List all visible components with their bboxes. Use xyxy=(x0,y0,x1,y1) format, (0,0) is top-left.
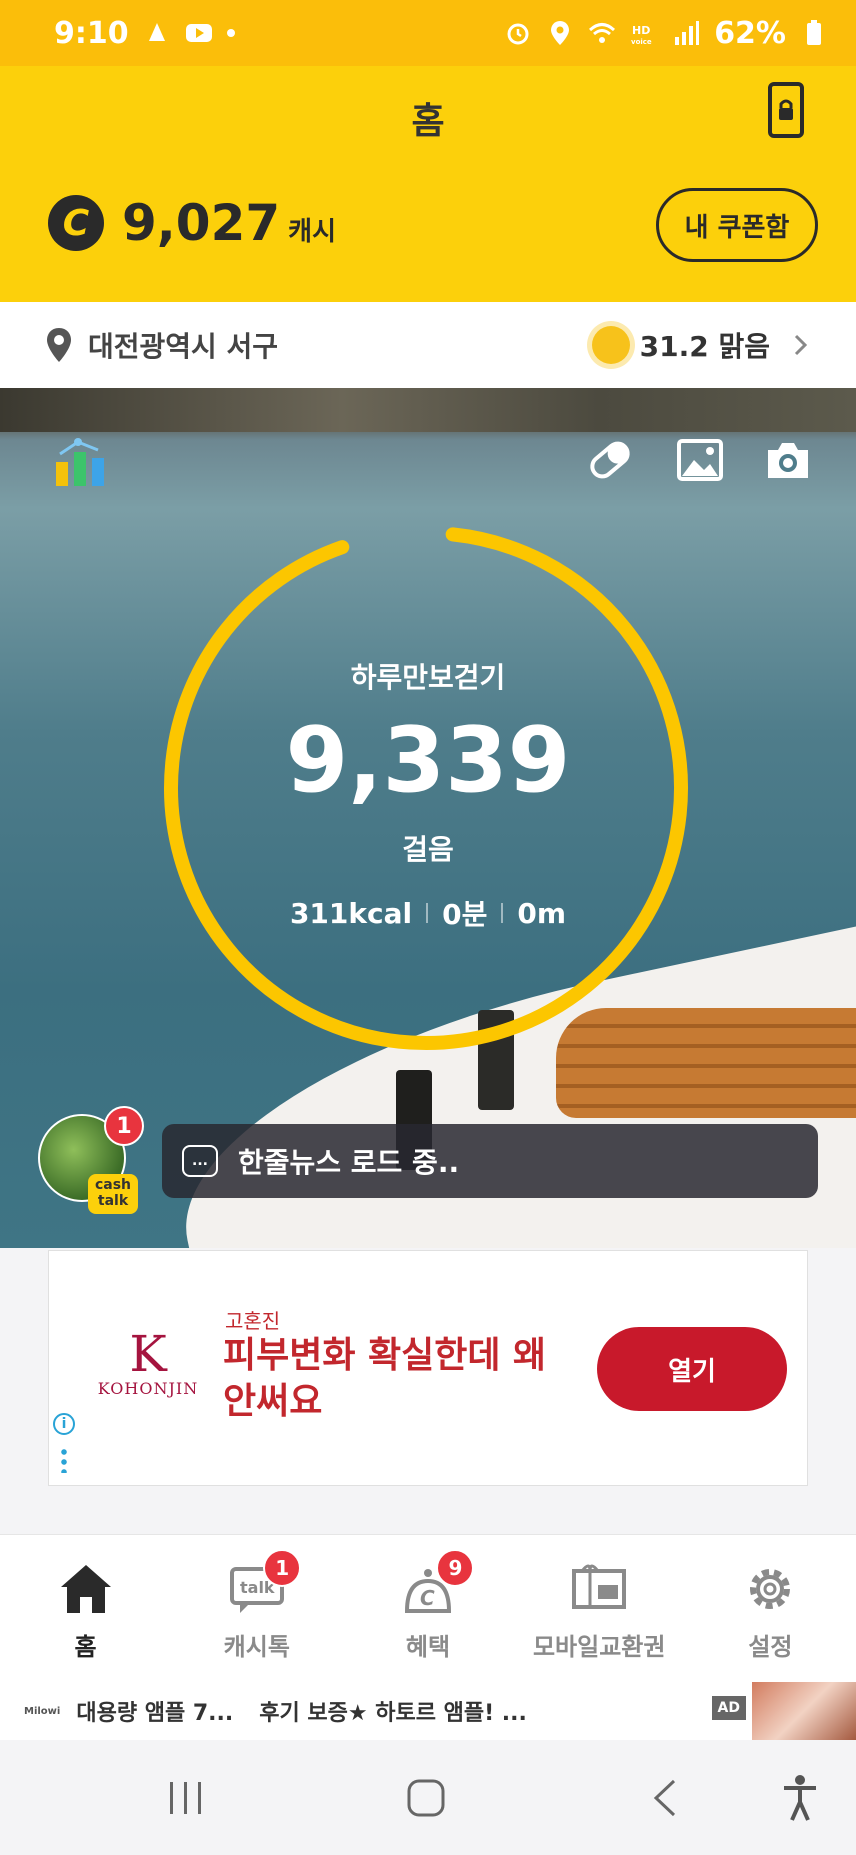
alarm-icon xyxy=(507,23,529,45)
more-dots-icon: ... xyxy=(182,1145,218,1177)
ad-open-button[interactable]: 열기 xyxy=(597,1327,787,1411)
ad-info-icon[interactable]: i xyxy=(53,1413,75,1435)
cash-value: 9,027 xyxy=(122,194,281,252)
location-weather-row[interactable]: 대전광역시 서구 31.2 맑음 xyxy=(0,302,856,388)
svg-text:voice: voice xyxy=(631,38,652,46)
divider xyxy=(501,903,504,923)
background-cliff xyxy=(0,388,856,432)
wifi-icon xyxy=(589,23,616,43)
nav-item-home[interactable]: 홈 xyxy=(0,1535,171,1682)
signal-icon xyxy=(675,21,700,45)
hd-voice-icon: HDvoice xyxy=(631,24,652,46)
gift-voucher-icon xyxy=(572,1564,627,1609)
nav-item-mobile-voucher[interactable]: 모바일교환권 xyxy=(514,1535,685,1682)
banner-ad[interactable]: Milowi 대용량 앰플 7... 후기 보증★ 하토르 앰플! ... AD xyxy=(0,1682,856,1740)
news-text: 한줄뉴스 로드 중.. xyxy=(238,1146,460,1179)
nav-item-benefits[interactable]: C 9 혜택 xyxy=(342,1535,513,1682)
battery-percent: 62% xyxy=(714,15,786,51)
ad-brand: 고혼진 xyxy=(225,1309,281,1333)
chevron-right-icon xyxy=(794,334,808,356)
cash-unit: 캐시 xyxy=(288,217,336,247)
lock-screen-icon[interactable] xyxy=(766,82,806,138)
accessibility-icon[interactable] xyxy=(780,1774,820,1822)
ad-label: AD xyxy=(711,1696,746,1720)
pedometer-stats: 311kcal 0분 0m xyxy=(0,893,856,933)
calories: 311kcal xyxy=(289,896,413,930)
logo-name: KOHONJIN xyxy=(97,1379,199,1398)
weather[interactable]: 31.2 맑음 xyxy=(591,325,812,365)
stats-chart-icon[interactable] xyxy=(52,434,110,490)
home-icon xyxy=(60,1565,111,1613)
nav-label: 설정 xyxy=(748,1633,793,1661)
system-nav-bar xyxy=(0,1740,856,1855)
cash-balance[interactable]: C 9,027 캐시 xyxy=(48,194,336,252)
sun-icon xyxy=(591,326,630,364)
camera-icon[interactable] xyxy=(764,438,812,482)
ad-card[interactable]: K KOHONJIN 고혼진 피부변화 확실한데 왜 안써요 열기 i xyxy=(48,1250,808,1486)
gallery-icon[interactable] xyxy=(676,438,724,482)
step-count[interactable]: 9,339 xyxy=(0,708,856,813)
nav-label: 혜택 xyxy=(405,1633,451,1661)
home-button-icon[interactable] xyxy=(406,1778,446,1818)
banner-image xyxy=(752,1682,856,1740)
youtube-icon xyxy=(185,24,212,42)
cash-coin-icon: C xyxy=(48,195,104,251)
notification-dot-icon xyxy=(226,29,235,37)
pedometer-hero: 하루만보걷기 9,339 걸음 311kcal 0분 0m 1 cash tal… xyxy=(0,388,856,1248)
nav-label: 홈 xyxy=(74,1633,97,1661)
svg-text:C: C xyxy=(420,1586,435,1610)
banner-title: 대용량 앰플 7... xyxy=(76,1701,234,1726)
banner-text: 후기 보증★ 하토르 앰플! ... xyxy=(259,1701,527,1726)
location-icon xyxy=(551,21,570,45)
location-text: 대전광역시 서구 xyxy=(88,330,279,363)
cashtalk-tag: cash talk xyxy=(88,1174,138,1214)
recent-apps-icon[interactable] xyxy=(168,1778,204,1818)
advertiser-logo: K KOHONJIN xyxy=(93,1329,203,1398)
nav-label: 모바일교환권 xyxy=(532,1633,666,1661)
divider xyxy=(426,903,429,923)
gear-icon xyxy=(750,1569,791,1609)
my-coupon-button[interactable]: 내 쿠폰함 xyxy=(656,188,818,262)
step-unit: 걸음 xyxy=(402,833,454,866)
battery-icon xyxy=(807,20,821,45)
ad-more-icon[interactable] xyxy=(61,1447,67,1473)
nav-badge: 9 xyxy=(436,1549,475,1587)
ad-headline: 피부변화 확실한데 왜 안써요 xyxy=(223,1335,547,1422)
nav-badge: 1 xyxy=(263,1549,302,1587)
minutes: 0분 xyxy=(442,898,488,931)
bank-app-icon xyxy=(148,23,165,41)
bottom-nav: 홈 talk 1 캐시톡 C 9 혜택 모바일교환권 설정 xyxy=(0,1534,856,1682)
back-icon[interactable] xyxy=(650,1778,680,1818)
nav-item-settings[interactable]: 설정 xyxy=(685,1535,856,1682)
distance: 0m xyxy=(517,896,567,930)
weather-text: 31.2 맑음 xyxy=(639,330,770,363)
nav-item-cashtalk[interactable]: talk 1 캐시톡 xyxy=(171,1535,342,1682)
news-ticker[interactable]: ... 한줄뉴스 로드 중.. xyxy=(162,1124,818,1198)
svg-text:HD: HD xyxy=(632,24,650,37)
location-pin-icon xyxy=(47,328,71,362)
status-bar: 9:10 HD voice 62% xyxy=(0,0,856,66)
pedometer-title: 하루만보걷기 xyxy=(350,661,506,694)
status-time: 9:10 xyxy=(54,15,129,51)
nav-label: 캐시톡 xyxy=(223,1633,290,1661)
page-title: 홈 xyxy=(411,101,445,142)
notification-badge: 1 xyxy=(104,1106,144,1146)
pill-icon[interactable] xyxy=(586,438,634,482)
app-header: 홈 C 9,027 캐시 내 쿠폰함 xyxy=(0,66,856,302)
banner-brand: Milowi xyxy=(24,1705,61,1717)
logo-mark: K xyxy=(129,1325,167,1383)
